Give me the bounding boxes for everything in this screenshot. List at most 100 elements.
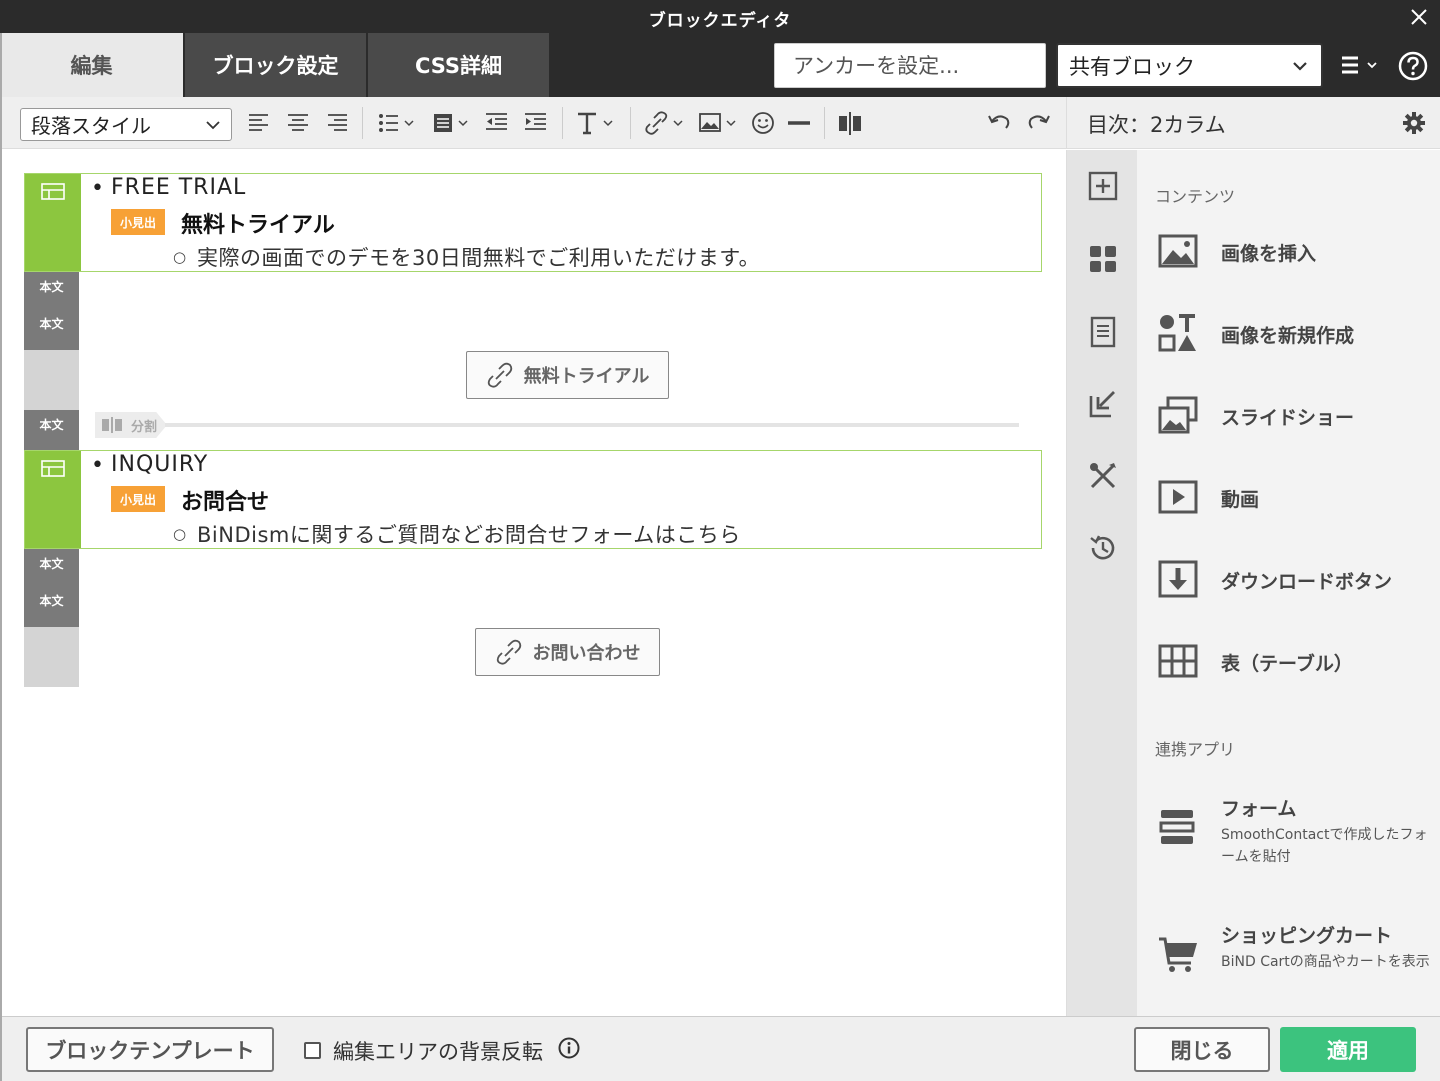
- body-gutter[interactable]: 本文 本文: [24, 272, 79, 350]
- split-label: 分割: [131, 419, 158, 435]
- content-block[interactable]: • FREE TRIAL 小見出 無料トライアル ○ 実際の画面でのデモを30日…: [24, 173, 1042, 272]
- sidebar-app-cart[interactable]: ショッピングカート BiND Cartの商品やカートを表示: [1157, 921, 1440, 1011]
- app-desc: SmoothContactで作成したフォームを貼付: [1221, 827, 1428, 865]
- section-contents: コンテンツ: [1155, 187, 1236, 206]
- body-gutter-empty[interactable]: [24, 350, 79, 410]
- sidebar-panel: コンテンツ 画像を挿入 画像を新規作成 スライドショー 動画 ダウンロードボタン…: [1137, 150, 1440, 1016]
- body-label: 本文: [39, 557, 64, 571]
- sidebar-item-label: 画像を挿入: [1221, 243, 1317, 265]
- form-icon: [1159, 810, 1195, 844]
- history-icon[interactable]: [1087, 532, 1119, 564]
- sidebar-rail: [1066, 150, 1137, 1016]
- block-template-button[interactable]: ブロックテンプレート: [26, 1027, 274, 1072]
- sidebar-item-download-button[interactable]: ダウンロードボタン: [1157, 550, 1437, 610]
- bullet-circle: ○: [173, 248, 187, 266]
- page-icon[interactable]: [1087, 316, 1119, 348]
- edit-canvas: • FREE TRIAL 小見出 無料トライアル ○ 実際の画面でのデモを30日…: [0, 150, 1066, 1016]
- sidebar-item-create-image[interactable]: 画像を新規作成: [1157, 304, 1437, 364]
- image-icon[interactable]: [698, 109, 740, 137]
- inquiry-button[interactable]: お問い合わせ: [475, 628, 660, 676]
- outdent-icon[interactable]: [485, 109, 509, 137]
- link-icon: [487, 362, 512, 388]
- sidebar-item-video[interactable]: 動画: [1157, 468, 1437, 528]
- sidebar-item-label: 表（テーブル）: [1221, 653, 1353, 675]
- emoji-icon[interactable]: [751, 109, 775, 137]
- horizontal-rule-icon[interactable]: [787, 109, 811, 137]
- align-left-icon[interactable]: [248, 109, 270, 137]
- bullet-dot: •: [91, 453, 104, 478]
- split-icon[interactable]: [838, 109, 862, 137]
- tab-block-settings[interactable]: ブロック設定: [185, 33, 366, 97]
- slideshow-icon: [1158, 396, 1198, 434]
- invert-background-label[interactable]: 編集エリアの背景反転: [333, 1036, 543, 1066]
- image-icon: [1158, 234, 1198, 268]
- close-icon[interactable]: [1404, 2, 1434, 32]
- split-tag: 分割: [95, 412, 167, 438]
- gear-icon[interactable]: [1402, 111, 1426, 135]
- blocks-icon[interactable]: [1087, 243, 1119, 275]
- sidebar-item-insert-image[interactable]: 画像を挿入: [1157, 222, 1437, 282]
- table-icon: [41, 460, 65, 477]
- shapes-icon: [1158, 314, 1196, 352]
- block-heading: お問合せ: [181, 490, 270, 515]
- section-apps: 連携アプリ: [1155, 740, 1236, 759]
- table-icon: [41, 183, 65, 200]
- add-block-icon[interactable]: [1087, 170, 1119, 202]
- box-icon[interactable]: [432, 109, 472, 137]
- block-handle[interactable]: [25, 174, 81, 271]
- table-icon: [1158, 644, 1198, 678]
- block-handle[interactable]: [25, 451, 81, 548]
- shared-block-select[interactable]: 共有ブロック: [1056, 43, 1323, 88]
- free-trial-button[interactable]: 無料トライアル: [466, 351, 669, 399]
- body-label: 本文: [39, 317, 64, 331]
- split-divider[interactable]: 分割: [95, 412, 1019, 438]
- block-title-en: FREE TRIAL: [111, 175, 247, 200]
- help-icon[interactable]: [1397, 50, 1429, 82]
- link-icon[interactable]: [644, 109, 686, 137]
- inquiry-button-label: お問い合わせ: [532, 643, 641, 664]
- close-button[interactable]: 閉じる: [1134, 1027, 1270, 1072]
- tools-icon[interactable]: [1087, 460, 1119, 492]
- bullet-circle: ○: [173, 525, 187, 543]
- bullet-list-icon[interactable]: [378, 109, 418, 137]
- bullet-dot: •: [91, 176, 104, 201]
- invert-background-checkbox[interactable]: [304, 1042, 321, 1059]
- apply-button[interactable]: 適用: [1280, 1027, 1416, 1072]
- download-icon: [1158, 560, 1198, 598]
- tab-edit[interactable]: 編集: [0, 33, 183, 97]
- sidebar-item-slideshow[interactable]: スライドショー: [1157, 386, 1437, 446]
- body-label: 本文: [39, 418, 64, 432]
- import-icon[interactable]: [1087, 388, 1119, 420]
- heading-tag: 小見出: [111, 486, 165, 512]
- shared-block-value: 共有ブロック: [1069, 54, 1195, 79]
- body-gutter[interactable]: 本文 本文: [24, 549, 79, 627]
- align-right-icon[interactable]: [326, 109, 348, 137]
- body-label: 本文: [39, 594, 64, 608]
- info-icon[interactable]: [558, 1037, 580, 1059]
- anchor-input[interactable]: [774, 43, 1046, 88]
- app-label: フォーム: [1221, 798, 1297, 820]
- footer-bar: ブロックテンプレート 編集エリアの背景反転 閉じる 適用: [0, 1016, 1440, 1081]
- body-label: 本文: [39, 280, 64, 294]
- toolbar-divider: [630, 107, 631, 139]
- window-border: [0, 33, 2, 1081]
- toolbar-divider: [824, 107, 825, 139]
- redo-icon[interactable]: [1027, 109, 1051, 137]
- menu-icon[interactable]: [1338, 51, 1384, 81]
- align-center-icon[interactable]: [287, 109, 309, 137]
- divider-line: [165, 423, 1019, 427]
- body-gutter[interactable]: 本文: [24, 410, 79, 450]
- split-icon: [102, 417, 122, 433]
- sidebar-app-form[interactable]: フォーム SmoothContactで作成したフォームを貼付: [1157, 794, 1440, 884]
- chevron-down-icon: [206, 121, 220, 130]
- tab-css-details[interactable]: CSS詳細: [368, 33, 549, 97]
- text-style-icon[interactable]: [576, 109, 618, 137]
- sidebar-item-label: ダウンロードボタン: [1221, 571, 1393, 593]
- undo-icon[interactable]: [987, 109, 1011, 137]
- sidebar-item-table[interactable]: 表（テーブル）: [1157, 632, 1437, 692]
- indent-icon[interactable]: [524, 109, 548, 137]
- window-title: ブロックエディタ: [648, 11, 792, 31]
- content-block[interactable]: • INQUIRY 小見出 お問合せ ○ BiNDismに関するご質問などお問合…: [24, 450, 1042, 549]
- body-gutter-empty[interactable]: [24, 627, 79, 687]
- paragraph-style-select[interactable]: 段落スタイル: [20, 108, 232, 141]
